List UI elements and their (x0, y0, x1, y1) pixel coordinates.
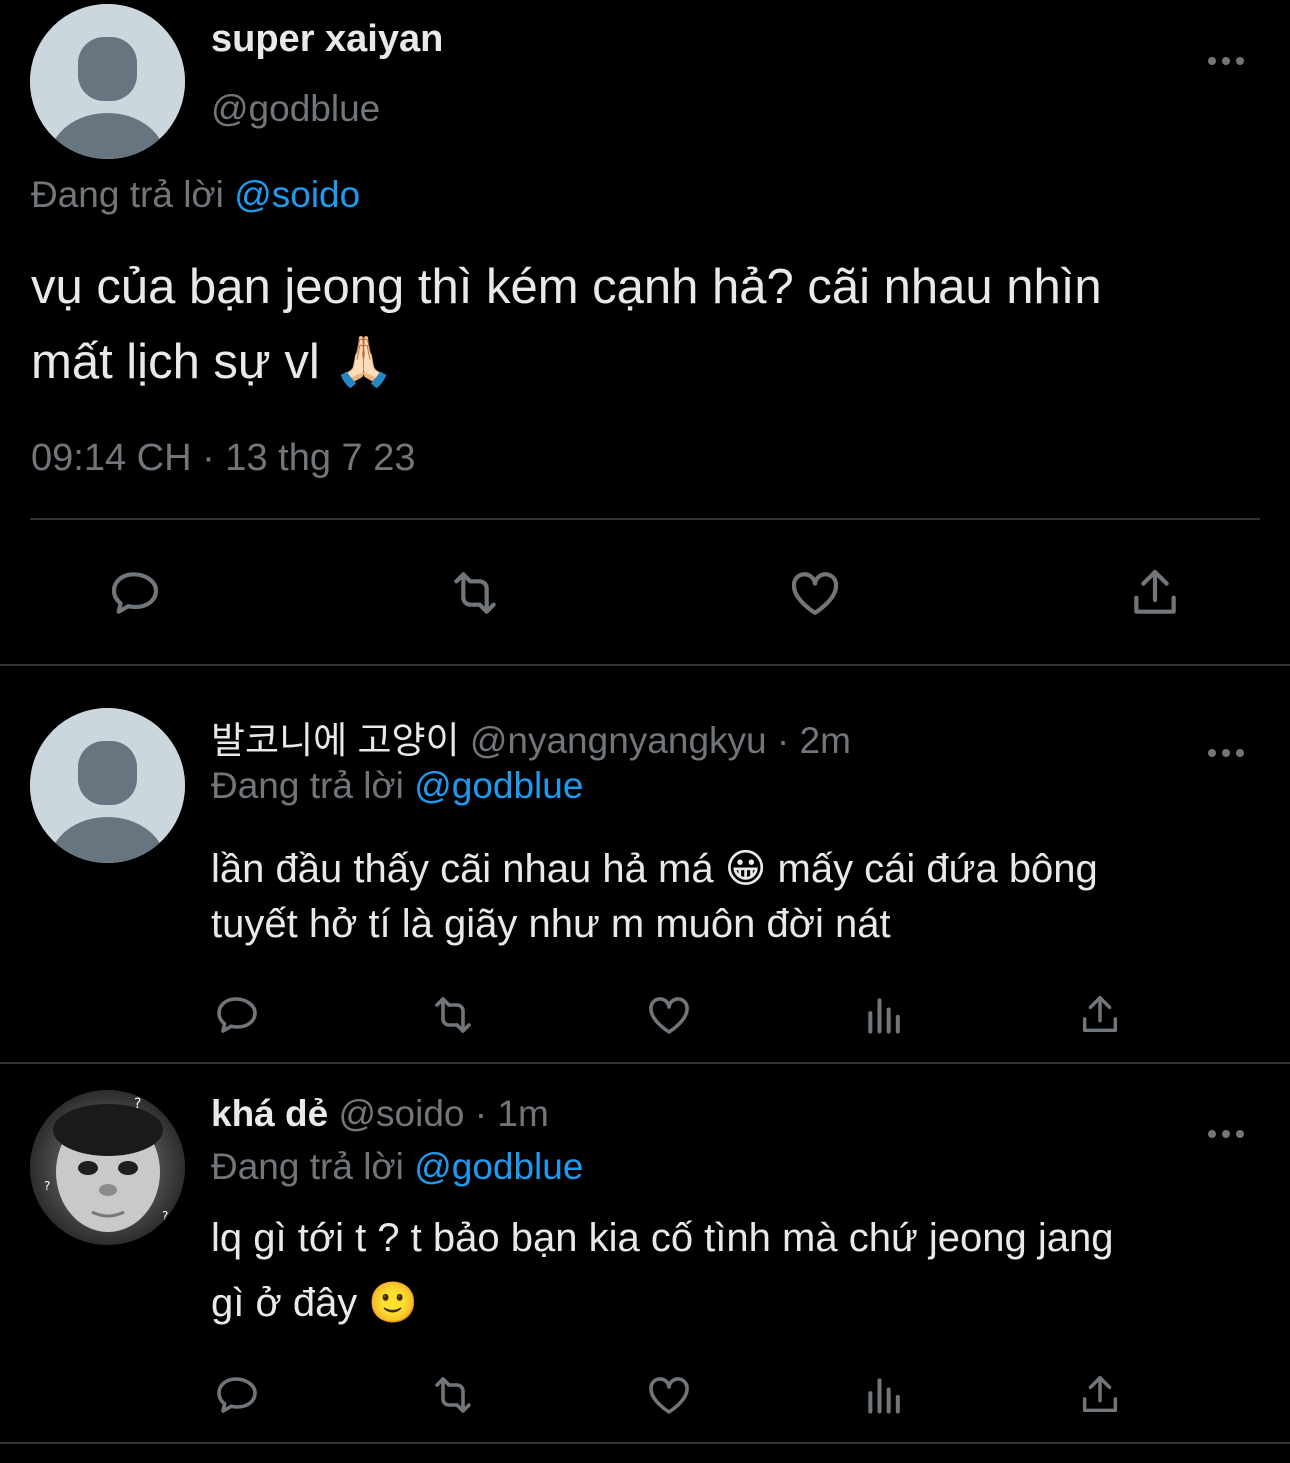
reply-to-link[interactable]: @godblue (414, 1146, 583, 1187)
svg-text:?: ? (134, 1096, 141, 1112)
tweet-text-line: lần đầu thấy cãi nhau hả má 😀 mấy cái đứ… (211, 847, 1098, 891)
retweet-icon[interactable] (445, 563, 505, 623)
retweet-icon[interactable] (428, 990, 478, 1040)
tweet-text: lần đầu thấy cãi nhau hả má 😀 mấy cái đứ… (211, 842, 1098, 952)
more-horizontal-icon[interactable] (1207, 38, 1245, 72)
reply-context: Đang trả lời @soido (31, 174, 360, 216)
handle[interactable]: @soido (339, 1093, 465, 1134)
handle[interactable]: @nyangnyangkyu (470, 720, 767, 761)
more-horizontal-icon[interactable] (1207, 730, 1245, 764)
divider (30, 518, 1260, 520)
svg-text:?: ? (44, 1179, 50, 1193)
avatar[interactable] (30, 4, 185, 159)
time-ago[interactable]: · 1m (475, 1093, 549, 1134)
reply-to-link[interactable]: @godblue (414, 765, 583, 806)
heart-icon[interactable] (785, 563, 845, 623)
divider (0, 1442, 1290, 1444)
time-ago[interactable]: · 2m (777, 720, 851, 761)
tweet-header: 발코니에 고양이 @nyangnyangkyu · 2m (211, 710, 851, 764)
tweet-text: lq gì tới t ? t bảo bạn kia cố tình mà c… (211, 1206, 1113, 1336)
reply-context: Đang trả lời @godblue (211, 1146, 583, 1188)
tweet-header: khá dẻ @soido · 1m (211, 1093, 549, 1135)
heart-icon[interactable] (644, 990, 694, 1040)
display-name[interactable]: super xaiyan (211, 18, 443, 61)
reply-icon[interactable] (212, 1370, 262, 1420)
share-icon[interactable] (1075, 990, 1125, 1040)
timestamp[interactable]: 09:14 CH · 13 thg 7 23 (31, 437, 415, 480)
reply-prefix: Đang trả lời (31, 174, 224, 215)
tweet-text: vụ của bạn jeong thì kém cạnh hả? cãi nh… (31, 250, 1102, 400)
display-name[interactable]: 발코니에 고양이 (211, 720, 460, 761)
avatar[interactable]: ? ? ? (30, 1090, 185, 1245)
display-name[interactable]: khá dẻ (211, 1093, 328, 1134)
profile-photo: ? ? ? (30, 1090, 185, 1245)
share-icon[interactable] (1075, 1370, 1125, 1420)
handle[interactable]: @godblue (211, 88, 380, 130)
reply-context: Đang trả lời @godblue (211, 765, 583, 807)
tweet-text-line: gì ở đây 🙂 (211, 1281, 419, 1325)
reply-icon[interactable] (212, 990, 262, 1040)
default-avatar-icon (30, 708, 185, 863)
svg-text:?: ? (162, 1209, 168, 1223)
reply-to-link[interactable]: @soido (234, 174, 360, 215)
share-icon[interactable] (1125, 563, 1185, 623)
analytics-icon[interactable] (860, 990, 910, 1040)
default-avatar-icon (30, 4, 185, 159)
reply-prefix: Đang trả lời (211, 1146, 404, 1187)
analytics-icon[interactable] (860, 1370, 910, 1420)
reply-icon[interactable] (105, 563, 165, 623)
divider (0, 1062, 1290, 1064)
tweet-text-line: tuyết hở tí là giãy như m muôn đời nát (211, 902, 891, 946)
divider (0, 664, 1290, 666)
tweet-text-line: vụ của bạn jeong thì kém cạnh hả? cãi nh… (31, 260, 1102, 314)
avatar[interactable] (30, 708, 185, 863)
tweet-text-line: mất lịch sự vl 🙏🏻 (31, 335, 395, 389)
reply-prefix: Đang trả lời (211, 765, 404, 806)
heart-icon[interactable] (644, 1370, 694, 1420)
tweet-text-line: lq gì tới t ? t bảo bạn kia cố tình mà c… (211, 1216, 1114, 1260)
more-horizontal-icon[interactable] (1207, 1111, 1245, 1145)
retweet-icon[interactable] (428, 1370, 478, 1420)
